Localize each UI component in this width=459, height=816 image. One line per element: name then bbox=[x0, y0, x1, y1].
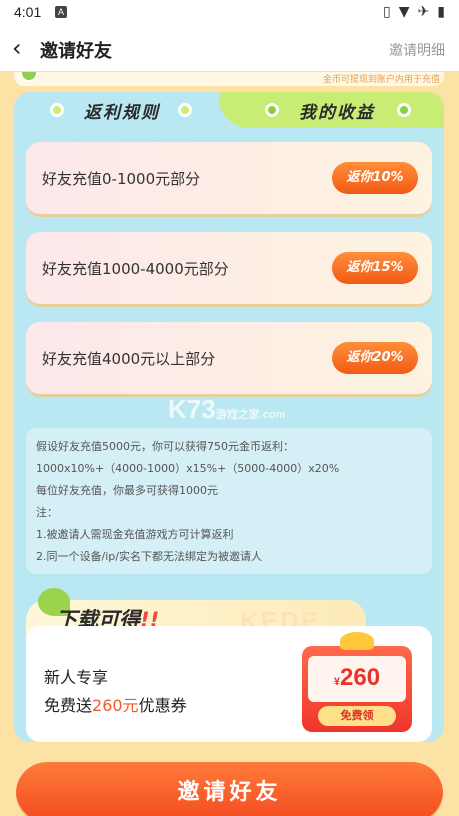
claim-coupon-button[interactable]: 免费领 bbox=[318, 706, 396, 726]
tab-dot-icon bbox=[397, 103, 411, 117]
tier-card: 好友充值1000-4000元部分 返你15% bbox=[26, 232, 432, 304]
airplane-icon: ✈ bbox=[417, 4, 430, 20]
rule-line: 每位好友充值，你最多可获得1000元 bbox=[36, 484, 218, 497]
coupon-offer-amount: 260元 bbox=[92, 696, 139, 715]
gift-bow-icon bbox=[340, 632, 374, 650]
top-strip: 金币可提现到账户内用于充值 bbox=[14, 72, 444, 86]
tier-rate-badge: 返你20% bbox=[332, 342, 418, 374]
watermark: K73游戏之家.com bbox=[168, 394, 285, 425]
tab-my-income-label: 我的收益 bbox=[299, 103, 375, 123]
status-icons: ▯ ▼ ✈ ▮ bbox=[383, 4, 445, 20]
app-logo-icon bbox=[20, 72, 38, 82]
coupon-offer-prefix: 免费送 bbox=[44, 696, 93, 715]
tab-my-income[interactable]: 我的收益 bbox=[219, 92, 444, 128]
coupon-inner: ¥260 bbox=[308, 656, 406, 702]
notification-a-icon: A bbox=[55, 6, 67, 18]
tab-rebate-rules[interactable]: 返利规则 bbox=[14, 92, 229, 128]
invite-detail-link[interactable]: 邀请明细 bbox=[389, 40, 445, 60]
nav-bar: ‹ 邀请好友 邀请明细 bbox=[0, 26, 459, 72]
tier-label: 好友充值0-1000元部分 bbox=[42, 170, 201, 188]
tier-rate-badge: 返你10% bbox=[332, 162, 418, 194]
rule-line: 2.同一个设备/ip/实名下都无法绑定为被邀请人 bbox=[36, 550, 262, 563]
tier-label: 好友充值1000-4000元部分 bbox=[42, 260, 229, 278]
status-bar: 4:01 A ▯ ▼ ✈ ▮ bbox=[0, 0, 459, 26]
invite-friends-button-label: 邀请好友 bbox=[177, 780, 282, 805]
rule-line: 1.被邀请人需现金充值游戏方可计算返利 bbox=[36, 528, 234, 541]
tab-dot-icon bbox=[265, 103, 279, 117]
coupon-offer-suffix: 优惠券 bbox=[138, 696, 187, 715]
tier-label: 好友充值4000元以上部分 bbox=[42, 350, 216, 368]
coupon-card[interactable]: ¥260 免费领 bbox=[302, 632, 412, 732]
tab-dot-icon bbox=[178, 103, 192, 117]
coupon-offer-text: 免费送260元优惠券 bbox=[44, 692, 187, 716]
download-reward-section: KEDE 下载可得!! 新人专享 免费送260元优惠券 ¥260 免费领 bbox=[26, 588, 432, 742]
watermark-main: K73 bbox=[168, 394, 216, 424]
back-icon[interactable]: ‹ bbox=[12, 35, 22, 61]
tab-bar: 返利规则 我的收益 bbox=[14, 92, 444, 128]
tab-dot-icon bbox=[50, 103, 64, 117]
vibrate-icon: ▯ bbox=[383, 4, 391, 20]
rule-line: 假设好友充值5000元，你可以获得750元金币返利： bbox=[36, 440, 294, 453]
tab-rebate-rules-label: 返利规则 bbox=[84, 103, 160, 123]
newcomer-label: 新人专享 bbox=[44, 668, 109, 687]
tier-rate-badge: 返你15% bbox=[332, 252, 418, 284]
tier-card: 好友充值0-1000元部分 返你10% bbox=[26, 142, 432, 214]
status-time: 4:01 bbox=[14, 4, 42, 20]
battery-icon: ▮ bbox=[437, 4, 445, 20]
coupon-price: ¥260 bbox=[308, 664, 406, 692]
wifi-icon: ▼ bbox=[398, 4, 410, 20]
download-body: 新人专享 免费送260元优惠券 ¥260 免费领 bbox=[26, 626, 432, 742]
watermark-domain: .com bbox=[259, 409, 286, 421]
tier-card: 好友充值4000元以上部分 返你20% bbox=[26, 322, 432, 394]
top-note: 金币可提现到账户内用于充值 bbox=[322, 75, 440, 85]
watermark-sub: 游戏之家 bbox=[215, 409, 260, 421]
rule-line: 注： bbox=[36, 506, 58, 519]
rule-line: 1000x10%+（4000-1000）x15%+（5000-4000）x20% bbox=[36, 462, 340, 475]
invite-friends-button[interactable]: 邀请好友 bbox=[16, 762, 443, 816]
rules-box: 假设好友充值5000元，你可以获得750元金币返利： 1000x10%+（400… bbox=[26, 428, 432, 574]
invite-page: 金币可提现到账户内用于充值 返利规则 我的收益 好友充值0-1000元部分 返你… bbox=[0, 72, 459, 816]
page-title: 邀请好友 bbox=[40, 41, 112, 62]
coupon-amount: 260 bbox=[340, 664, 381, 691]
